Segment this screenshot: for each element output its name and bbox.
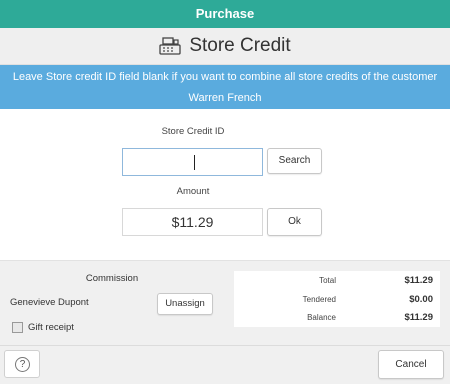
- amount-input[interactable]: $11.29: [122, 208, 263, 236]
- page-title: Store Credit: [189, 35, 291, 56]
- page-header: Store Credit: [0, 28, 450, 65]
- balance-value: $11.29: [404, 312, 433, 323]
- help-button[interactable]: ?: [4, 350, 40, 378]
- commission-person: Genevieve Dupont: [10, 297, 89, 308]
- unassign-button[interactable]: Unassign: [157, 293, 213, 315]
- store-credit-id-input[interactable]: [122, 148, 263, 176]
- info-message: Leave Store credit ID field blank if you…: [12, 71, 438, 83]
- customer-name: Warren French: [188, 92, 262, 104]
- amount-label: Amount: [176, 186, 210, 197]
- balance-label: Balance: [307, 313, 336, 322]
- info-banner: Leave Store credit ID field blank if you…: [0, 65, 450, 109]
- gift-receipt-checkbox[interactable]: [12, 322, 23, 333]
- window-title: Purchase: [0, 0, 450, 28]
- total-value: $11.29: [404, 275, 433, 286]
- text-caret: [194, 155, 195, 170]
- total-row: Total $11.29: [234, 272, 440, 290]
- balance-row: Balance $11.29: [234, 309, 440, 327]
- tendered-value: $0.00: [409, 294, 433, 305]
- store-credit-id-label: Store Credit ID: [161, 126, 225, 137]
- cancel-button[interactable]: Cancel: [378, 350, 444, 379]
- ok-button[interactable]: Ok: [267, 208, 322, 236]
- tendered-label: Tendered: [302, 295, 336, 304]
- search-button[interactable]: Search: [267, 148, 322, 174]
- cash-register-icon: [159, 37, 181, 55]
- gift-receipt-label: Gift receipt: [28, 322, 74, 333]
- totals-box: Total $11.29 Tendered $0.00 Balance $11.…: [234, 271, 440, 327]
- commission-label: Commission: [85, 273, 139, 284]
- total-label: Total: [319, 276, 336, 285]
- tendered-row: Tendered $0.00: [234, 291, 440, 309]
- gift-receipt-option[interactable]: Gift receipt: [12, 322, 74, 333]
- help-icon: ?: [15, 357, 30, 372]
